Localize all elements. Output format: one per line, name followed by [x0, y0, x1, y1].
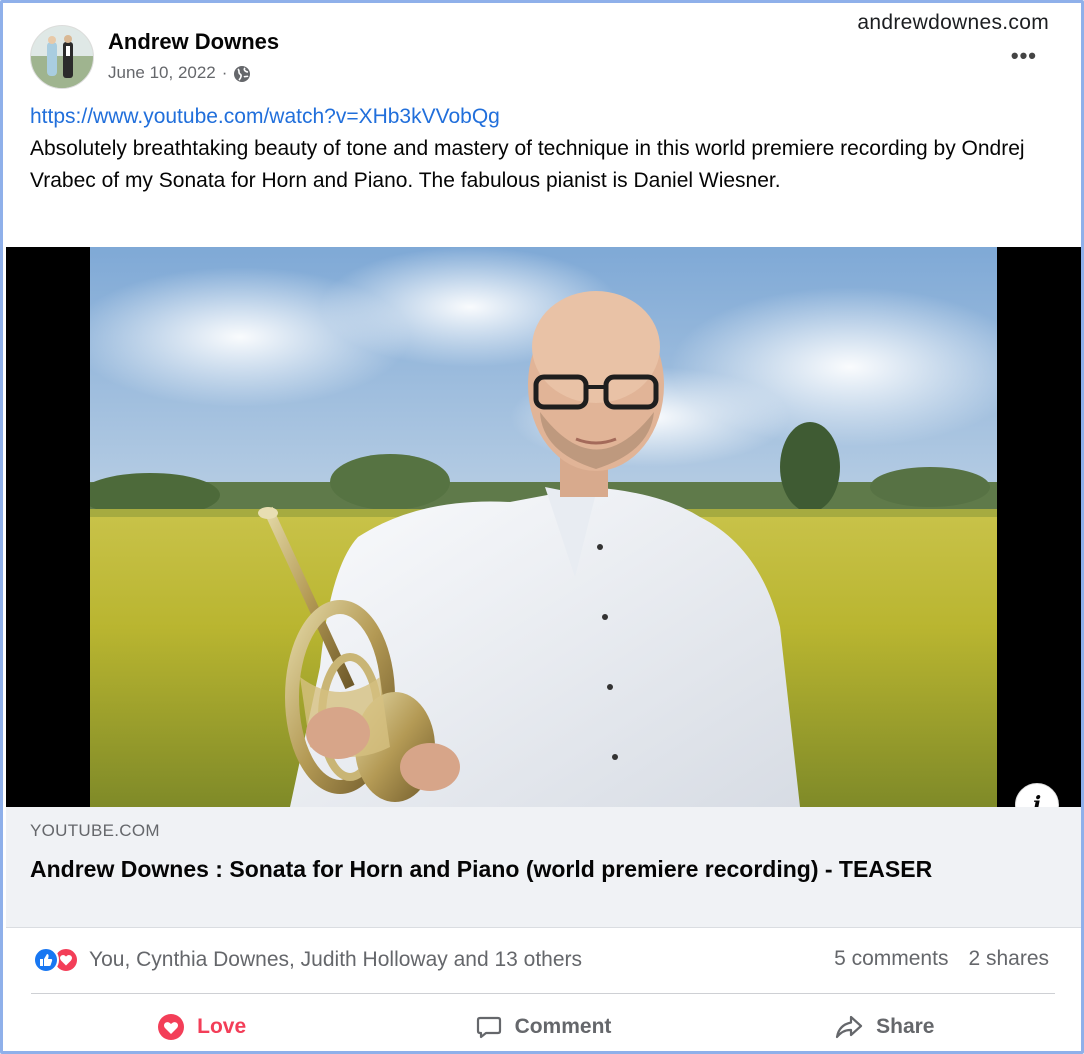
- love-button[interactable]: Love: [31, 1007, 372, 1047]
- link-preview[interactable]: YOUTUBE.COM Andrew Downes : Sonata for H…: [6, 807, 1081, 928]
- engagement-counts: 5 comments 2 shares: [834, 947, 1049, 971]
- shares-count[interactable]: 2 shares: [968, 947, 1049, 971]
- more-options-icon[interactable]: •••: [1011, 43, 1037, 69]
- post-text: Absolutely breathtaking beauty of tone a…: [30, 137, 1025, 192]
- love-action-icon: [158, 1014, 185, 1040]
- comment-label: Comment: [514, 1015, 612, 1038]
- comment-icon: [476, 1016, 501, 1039]
- post-date[interactable]: June 10, 2022: [108, 63, 216, 83]
- avatar[interactable]: [30, 25, 94, 89]
- love-label: Love: [197, 1015, 247, 1038]
- post-body: https://www.youtube.com/watch?v=XHb3kVVo…: [30, 101, 1050, 197]
- reactions-summary[interactable]: You, Cynthia Downes, Judith Holloway and…: [33, 947, 582, 973]
- link-title[interactable]: Andrew Downes : Sonata for Horn and Pian…: [30, 853, 1030, 885]
- post-header: Andrew Downes June 10, 2022 ·: [30, 25, 279, 89]
- share-label: Share: [876, 1015, 935, 1038]
- reaction-icons: [33, 947, 79, 973]
- thumbnail-photo: [90, 247, 997, 807]
- like-icon: [33, 947, 59, 973]
- share-icon: [836, 1015, 863, 1039]
- author-name[interactable]: Andrew Downes: [108, 29, 279, 55]
- reactions-text[interactable]: You, Cynthia Downes, Judith Holloway and…: [89, 948, 582, 972]
- globe-icon: [233, 65, 251, 83]
- link-domain: YOUTUBE.COM: [30, 821, 160, 840]
- watermark: andrewdownes.com: [857, 11, 1049, 34]
- video-thumbnail[interactable]: i: [6, 247, 1081, 827]
- comments-count[interactable]: 5 comments: [834, 947, 948, 971]
- share-button[interactable]: Share: [714, 1007, 1055, 1047]
- facebook-post-card: andrewdownes.com Andrew Downes June 10, …: [0, 0, 1084, 1054]
- action-bar: Love Comment Share: [31, 1007, 1055, 1047]
- post-meta: June 10, 2022 ·: [108, 62, 279, 83]
- post-link[interactable]: https://www.youtube.com/watch?v=XHb3kVVo…: [30, 105, 500, 128]
- actions-divider: [31, 993, 1055, 994]
- comment-button[interactable]: Comment: [372, 1007, 713, 1047]
- meta-separator: ·: [221, 62, 228, 82]
